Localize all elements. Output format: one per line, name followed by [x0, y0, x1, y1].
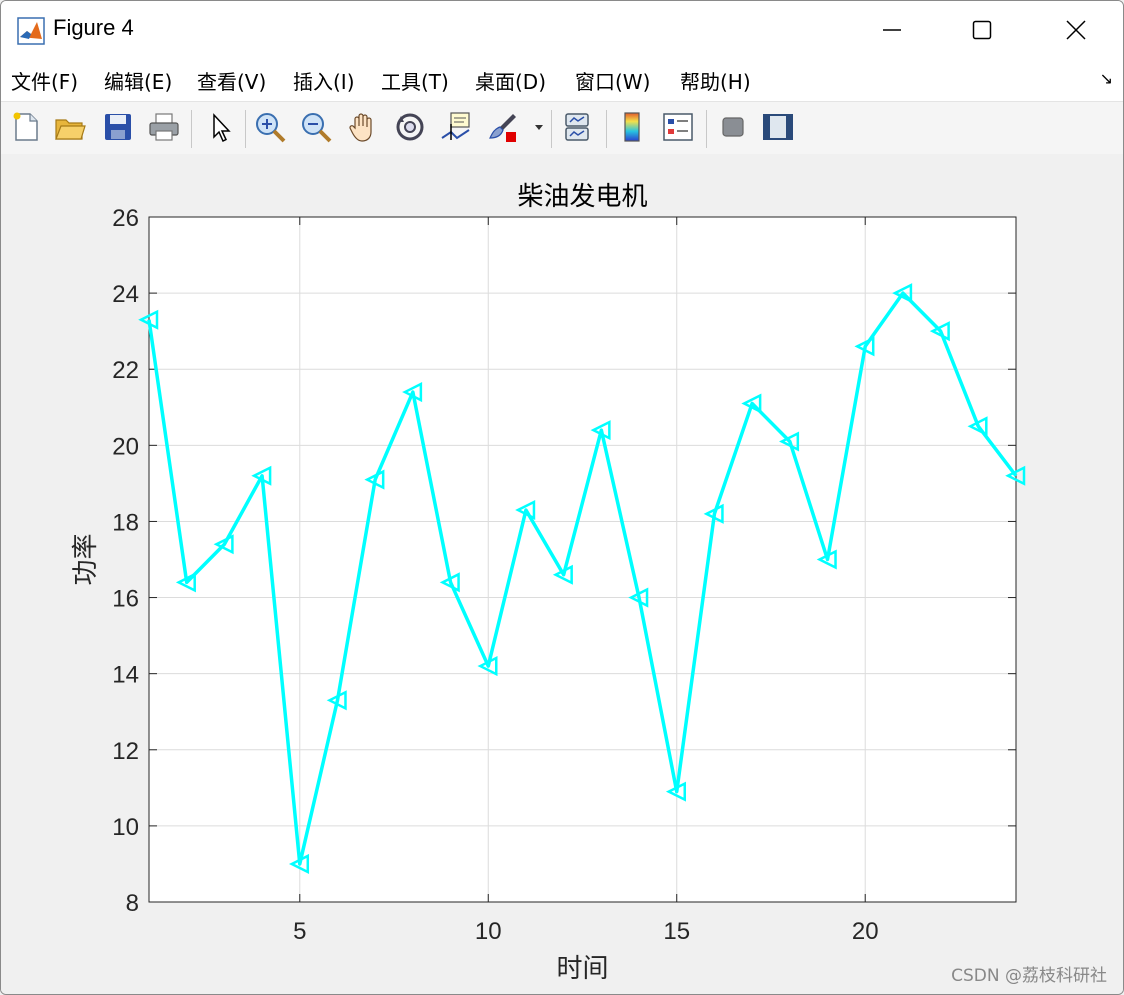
hide-plot-tools-icon[interactable]	[716, 110, 750, 144]
menu-edit[interactable]: 编辑(E)	[104, 66, 172, 95]
rotate-3d-icon[interactable]	[393, 110, 427, 144]
x-tick-label: 20	[852, 918, 879, 945]
close-icon	[1066, 20, 1086, 40]
menu-view[interactable]: 查看(V)	[197, 66, 266, 95]
print-icon[interactable]	[147, 110, 181, 144]
y-tick-label: 18	[112, 509, 139, 536]
menu-bar: 文件(F) 编辑(E) 查看(V) 插入(I) 工具(T) 桌面(D) 窗口(W…	[1, 59, 1123, 101]
zoom-in-icon[interactable]	[253, 110, 287, 144]
y-tick-label: 10	[112, 814, 139, 841]
select-pointer-icon[interactable]	[203, 110, 237, 144]
figure-window: Figure 4 文件(F) 编辑(E) 查看(V) 插入(I) 工具(T) 桌…	[0, 0, 1124, 995]
y-tick-label: 22	[112, 357, 139, 384]
brush-icon[interactable]	[486, 110, 520, 144]
maximize-icon	[972, 20, 992, 40]
save-icon[interactable]	[101, 110, 135, 144]
legend-icon[interactable]	[661, 110, 695, 144]
show-plot-tools-icon[interactable]	[761, 110, 795, 144]
menu-file[interactable]: 文件(F)	[11, 66, 78, 95]
x-tick-label: 15	[663, 918, 690, 945]
toolbar-separator	[606, 110, 607, 148]
minimize-button[interactable]	[869, 9, 915, 51]
window-title: Figure 4	[53, 15, 134, 40]
x-axis-label: 时间	[556, 954, 608, 984]
pan-hand-icon[interactable]	[346, 110, 380, 144]
close-button[interactable]	[1053, 9, 1099, 51]
link-plot-icon[interactable]	[561, 110, 595, 144]
y-tick-label: 12	[112, 738, 139, 765]
y-axis-label: 功率	[71, 533, 101, 585]
menu-desktop[interactable]: 桌面(D)	[475, 66, 546, 95]
figure-canvas: 5 10 15 20 8 10 12 14 16 18 20 22 24 26 柴油发电机时间 功率	[1, 154, 1123, 994]
y-tick-label: 16	[112, 586, 139, 613]
menu-tools[interactable]: 工具(T)	[381, 66, 449, 95]
colorbar-icon[interactable]	[616, 110, 650, 144]
y-tick-label: 24	[112, 281, 139, 308]
maximize-button[interactable]	[959, 9, 1005, 51]
menu-help[interactable]: 帮助(H)	[680, 66, 751, 95]
menu-insert[interactable]: 插入(I)	[293, 66, 355, 95]
line-chart[interactable]: 5 10 15 20 8 10 12 14 16 18 20 22 24 26 柴油发电机时间 功率	[1, 154, 1123, 994]
toolbar-separator	[551, 110, 552, 148]
matlab-logo-icon	[17, 17, 45, 45]
open-file-icon[interactable]	[53, 110, 87, 144]
y-tick-label: 20	[112, 433, 139, 460]
menu-window[interactable]: 窗口(W)	[575, 66, 650, 95]
x-tick-label: 5	[293, 918, 306, 945]
toolbar-separator	[191, 110, 192, 148]
y-tick-label: 14	[112, 662, 139, 689]
toolbar-separator	[706, 110, 707, 148]
title-bar[interactable]: Figure 4	[1, 1, 1123, 59]
brush-dropdown-icon[interactable]	[533, 122, 545, 132]
y-tick-label: 8	[126, 890, 139, 917]
y-tick-label: 26	[112, 205, 139, 232]
toolbar-separator	[245, 110, 246, 148]
x-tick-label: 10	[475, 918, 502, 945]
menu-overflow-icon[interactable]: ↘	[1100, 69, 1113, 88]
chart-title: 柴油发电机	[517, 182, 647, 212]
zoom-out-icon[interactable]	[299, 110, 333, 144]
minimize-icon	[883, 29, 901, 31]
figure-toolbar	[1, 101, 1123, 155]
new-figure-icon[interactable]	[9, 110, 43, 144]
watermark: CSDN @荔枝科研社	[951, 966, 1107, 986]
data-cursor-icon[interactable]	[439, 110, 473, 144]
